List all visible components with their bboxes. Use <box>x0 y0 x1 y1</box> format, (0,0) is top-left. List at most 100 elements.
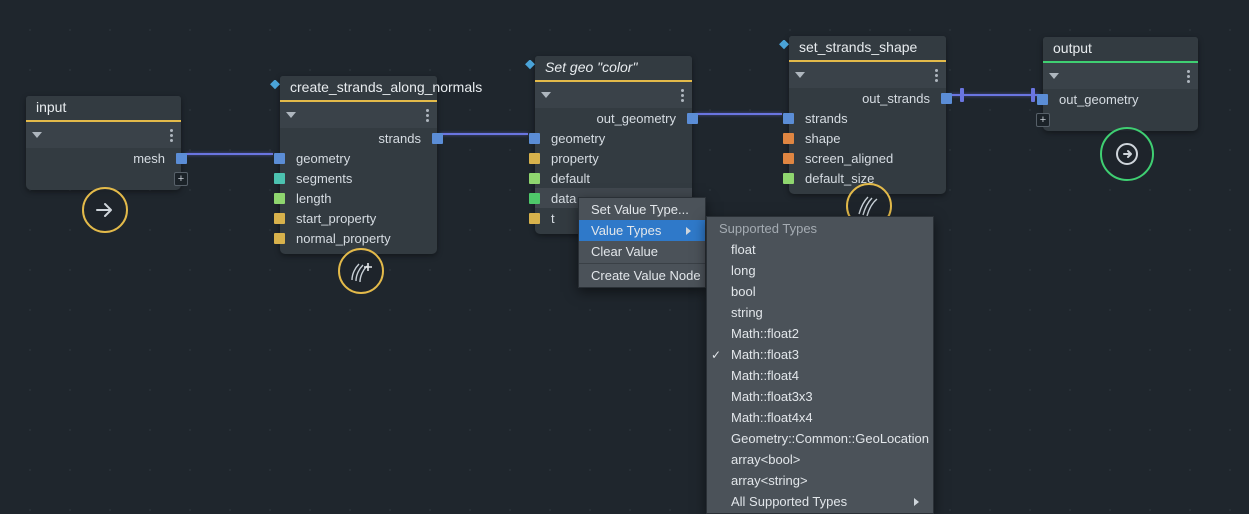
port-icon[interactable] <box>783 113 794 124</box>
submenu-long[interactable]: long <box>707 260 933 281</box>
ctx-create-value-node[interactable]: Create Value Node <box>579 265 705 286</box>
node-output[interactable]: output out_geometry + <box>1043 37 1198 131</box>
port-icon[interactable] <box>529 133 540 144</box>
ctx-item-label: Math::float4 <box>731 368 799 383</box>
ctx-item-label: Geometry::Common::GeoLocation <box>731 431 929 446</box>
badge-output <box>1100 127 1154 181</box>
add-port-icon[interactable]: + <box>1036 113 1050 127</box>
port-in-property[interactable]: property <box>535 148 692 168</box>
node-output-head[interactable] <box>1043 63 1198 89</box>
ctx-item-label: array<bool> <box>731 452 800 467</box>
port-in-geometry[interactable]: geometry <box>535 128 692 148</box>
add-port-icon[interactable]: + <box>174 172 188 186</box>
port-icon[interactable] <box>687 113 698 124</box>
wire-setgeo-to-shape <box>695 113 782 115</box>
port-icon[interactable] <box>529 153 540 164</box>
port-in-screen-aligned[interactable]: screen_aligned <box>789 148 946 168</box>
port-icon[interactable] <box>783 173 794 184</box>
node-menu-icon[interactable] <box>1187 70 1192 83</box>
port-out-out-strands[interactable]: out_strands <box>789 88 946 108</box>
collapse-icon[interactable] <box>286 112 296 118</box>
node-set-strands-shape[interactable]: set_strands_shape out_strands strands sh… <box>789 36 946 194</box>
port-icon[interactable] <box>274 193 285 204</box>
compound-icon <box>525 60 533 68</box>
ctx-item-label: Clear Value <box>591 244 658 259</box>
port-label: t <box>551 211 555 226</box>
port-icon[interactable] <box>176 153 187 164</box>
submenu-float4[interactable]: Math::float4 <box>707 365 933 386</box>
ctx-item-label: Create Value Node <box>591 268 701 283</box>
port-in-default[interactable]: default <box>535 168 692 188</box>
node-input-head[interactable] <box>26 122 181 148</box>
submenu-string[interactable]: string <box>707 302 933 323</box>
node-input-title: input <box>26 96 181 122</box>
port-out-out-geometry[interactable]: out_geometry <box>535 108 692 128</box>
submenu-float4x4[interactable]: Math::float4x4 <box>707 407 933 428</box>
port-in-out-geometry[interactable]: out_geometry <box>1043 89 1198 109</box>
node-menu-icon[interactable] <box>935 69 940 82</box>
port-out-strands[interactable]: strands <box>280 128 437 148</box>
port-icon[interactable] <box>274 173 285 184</box>
node-set-geo-head[interactable] <box>535 82 692 108</box>
node-create-strands[interactable]: create_strands_along_normals strands geo… <box>280 76 437 254</box>
port-icon[interactable] <box>529 173 540 184</box>
port-icon[interactable] <box>783 133 794 144</box>
submenu-float[interactable]: float <box>707 239 933 260</box>
ctx-item-label: array<string> <box>731 473 808 488</box>
submenu-all-supported[interactable]: All Supported Types <box>707 491 933 512</box>
submenu-arrow-icon <box>686 227 691 235</box>
port-icon[interactable] <box>274 233 285 244</box>
port-icon[interactable] <box>274 213 285 224</box>
submenu-float2[interactable]: Math::float2 <box>707 323 933 344</box>
port-icon[interactable] <box>529 193 540 204</box>
submenu-arrow-icon <box>914 498 919 506</box>
submenu-header: Supported Types <box>707 218 933 239</box>
port-label: out_strands <box>862 91 930 106</box>
collapse-icon[interactable] <box>795 72 805 78</box>
submenu-array-string[interactable]: array<string> <box>707 470 933 491</box>
node-set-geo-title: Set geo "color" <box>535 56 692 82</box>
port-in-geometry[interactable]: geometry <box>280 148 437 168</box>
port-label: property <box>551 151 599 166</box>
port-in-start-property[interactable]: start_property <box>280 208 437 228</box>
port-icon[interactable] <box>529 213 540 224</box>
ctx-item-label: bool <box>731 284 756 299</box>
port-in-shape[interactable]: shape <box>789 128 946 148</box>
port-in-strands[interactable]: strands <box>789 108 946 128</box>
port-icon[interactable] <box>432 133 443 144</box>
submenu-array-bool[interactable]: array<bool> <box>707 449 933 470</box>
port-icon[interactable] <box>1037 94 1048 105</box>
port-out-mesh[interactable]: mesh <box>26 148 181 168</box>
collapse-icon[interactable] <box>1049 73 1059 79</box>
ctx-set-value-type[interactable]: Set Value Type... <box>579 199 705 220</box>
port-icon[interactable] <box>274 153 285 164</box>
node-menu-icon[interactable] <box>681 89 686 102</box>
node-set-strands-shape-head[interactable] <box>789 62 946 88</box>
port-in-normal-property[interactable]: normal_property <box>280 228 437 248</box>
ctx-clear-value[interactable]: Clear Value <box>579 241 705 262</box>
submenu-geolocation[interactable]: Geometry::Common::GeoLocation <box>707 428 933 449</box>
port-in-length[interactable]: length <box>280 188 437 208</box>
node-create-strands-head[interactable] <box>280 102 437 128</box>
port-icon[interactable] <box>941 93 952 104</box>
node-menu-icon[interactable] <box>426 109 431 122</box>
node-menu-icon[interactable] <box>170 129 175 142</box>
collapse-icon[interactable] <box>32 132 42 138</box>
port-label: out_geometry <box>1059 92 1139 107</box>
port-label: geometry <box>296 151 350 166</box>
submenu-float3x3[interactable]: Math::float3x3 <box>707 386 933 407</box>
context-submenu[interactable]: Supported Types float long bool string M… <box>706 216 934 514</box>
submenu-bool[interactable]: bool <box>707 281 933 302</box>
port-in-segments[interactable]: segments <box>280 168 437 188</box>
port-label: normal_property <box>296 231 391 246</box>
badge-create-strands <box>338 248 384 294</box>
port-label: strands <box>378 131 421 146</box>
ctx-item-label: long <box>731 263 756 278</box>
node-input[interactable]: input mesh + <box>26 96 181 190</box>
context-menu[interactable]: Set Value Type... Value Types Clear Valu… <box>578 197 706 288</box>
ctx-item-label: All Supported Types <box>731 494 847 509</box>
collapse-icon[interactable] <box>541 92 551 98</box>
port-icon[interactable] <box>783 153 794 164</box>
ctx-value-types[interactable]: Value Types <box>579 220 705 241</box>
submenu-float3[interactable]: ✓Math::float3 <box>707 344 933 365</box>
